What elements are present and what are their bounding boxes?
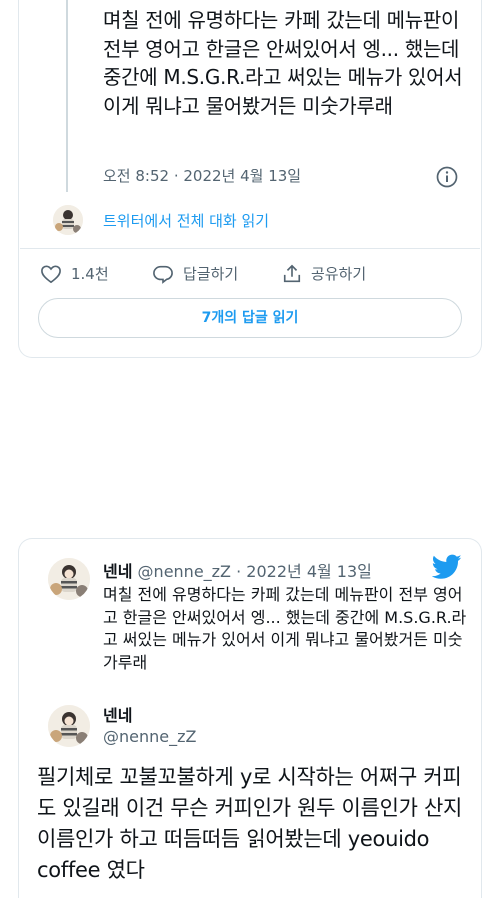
quoted-date: 2022년 4월 13일 <box>246 562 372 581</box>
quoted-author-name: 넨네 <box>103 562 133 581</box>
read-replies-button[interactable]: 7개의 답글 읽기 <box>38 298 462 338</box>
read-full-conversation-link[interactable]: 트위터에서 전체 대화 읽기 <box>103 210 269 231</box>
avatar[interactable] <box>48 558 90 600</box>
tweet-timestamp[interactable]: 오전 8:52 · 2022년 4월 13일 <box>103 165 301 186</box>
thread-line <box>66 0 68 192</box>
separator-dot: · <box>236 562 242 581</box>
like-count: 1.4천 <box>71 265 109 283</box>
author-handle[interactable]: @nenne_zZ <box>103 727 196 746</box>
tweet-text: 며칠 전에 유명하다는 카페 갔는데 메뉴판이 전부 영어고 한글은 안써있어서… <box>103 8 463 118</box>
reply-label: 답글하기 <box>183 265 239 283</box>
share-label: 공유하기 <box>311 265 367 283</box>
avatar[interactable] <box>48 705 90 747</box>
twitter-bird-icon[interactable] <box>432 554 462 580</box>
avatar[interactable] <box>53 205 83 235</box>
heart-icon <box>41 264 61 283</box>
quoted-tweet-text: 며칠 전에 유명하다는 카페 갔는데 메뉴판이 전부 영어고 한글은 안써있어서… <box>103 585 467 672</box>
quoted-tweet-header[interactable]: 넨네 @nenne_zZ · 2022년 4월 13일 <box>103 558 372 582</box>
divider <box>20 248 480 249</box>
info-icon[interactable] <box>436 166 458 188</box>
reply-button[interactable]: 답글하기 <box>152 263 238 284</box>
quoted-author-handle: @nenne_zZ <box>137 562 232 581</box>
author-name[interactable]: 넨네 <box>103 702 132 726</box>
tweet-text: 필기체로 꼬불꼬불하게 y로 시작하는 어쩌구 커피도 있길래 이건 무슨 커피… <box>37 765 463 882</box>
reply-icon <box>153 265 173 284</box>
like-button[interactable]: 1.4천 <box>40 263 109 284</box>
share-icon <box>283 264 301 282</box>
share-button[interactable]: 공유하기 <box>282 263 366 284</box>
